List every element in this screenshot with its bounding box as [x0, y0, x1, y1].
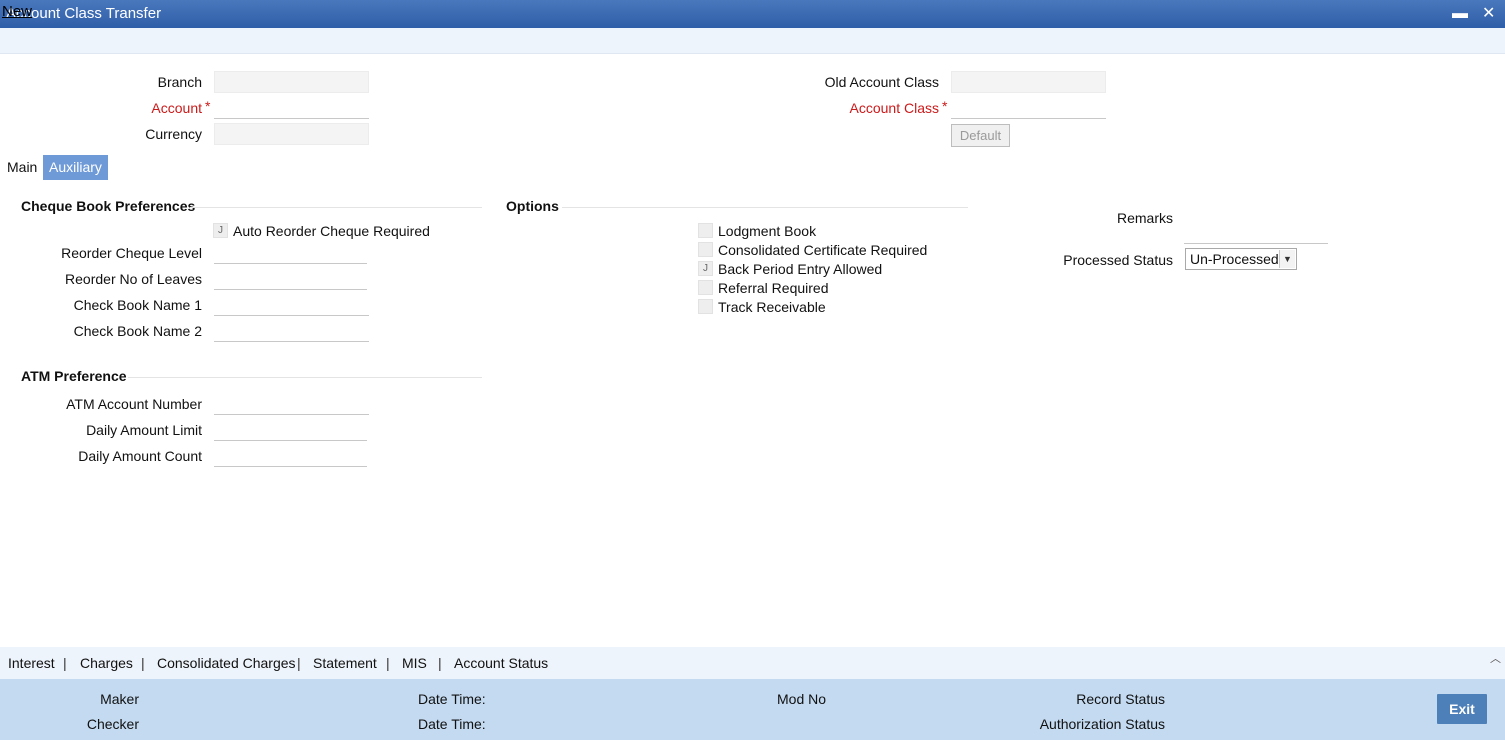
cheque-book-section-title: Cheque Book Preferences — [21, 198, 196, 214]
auto-reorder-checkbox[interactable]: J — [213, 223, 228, 238]
reorder-leaves-field[interactable] — [214, 268, 367, 290]
back-period-entry-checkbox[interactable]: J — [698, 261, 713, 276]
atm-divider — [128, 377, 482, 378]
chevron-up-icon[interactable]: ︿ — [1490, 650, 1501, 666]
nav-separator: | — [386, 655, 390, 671]
referral-required-checkbox[interactable] — [698, 280, 713, 295]
track-receivable-checkbox[interactable] — [698, 299, 713, 314]
daily-amount-count-label: Daily Amount Count — [78, 448, 202, 464]
close-icon[interactable]: ✕ — [1482, 4, 1495, 24]
daily-amount-limit-field[interactable] — [214, 419, 367, 441]
check-book-name1-label: Check Book Name 1 — [73, 297, 202, 313]
referral-required-label: Referral Required — [718, 280, 829, 296]
processed-status-select[interactable]: Un-Processed ▼ — [1185, 248, 1297, 270]
lodgment-book-label: Lodgment Book — [718, 223, 817, 239]
nav-separator: | — [141, 655, 145, 671]
window-title-bar: Account Class Transfer — [0, 0, 1505, 28]
old-account-class-field[interactable] — [951, 71, 1106, 93]
nav-statement[interactable]: Statement — [313, 655, 377, 671]
check-book-name1-field[interactable] — [214, 294, 369, 316]
nav-separator: | — [438, 655, 442, 671]
new-menu-link[interactable]: New — [2, 3, 32, 20]
account-field[interactable] — [214, 97, 369, 119]
consolidated-certificate-label: Consolidated Certificate Required — [718, 242, 928, 258]
checker-date-time-label: Date Time: — [418, 716, 486, 732]
processed-status-value: Un-Processed — [1190, 251, 1279, 267]
check-icon: J — [703, 263, 708, 274]
auto-reorder-label: Auto Reorder Cheque Required — [233, 223, 430, 239]
account-class-field[interactable] — [951, 97, 1106, 119]
check-book-name2-field[interactable] — [214, 320, 369, 342]
check-icon: J — [218, 225, 223, 236]
nav-consolidated-charges[interactable]: Consolidated Charges — [157, 655, 296, 671]
record-status-label: Record Status — [1076, 691, 1165, 707]
maker-date-time-label: Date Time: — [418, 691, 486, 707]
branch-field[interactable] — [214, 71, 369, 93]
chevron-down-icon: ▼ — [1279, 250, 1295, 268]
atm-section-title: ATM Preference — [21, 368, 127, 384]
reorder-level-field[interactable] — [214, 242, 367, 264]
mod-no-label: Mod No — [777, 691, 827, 707]
minimize-icon[interactable]: ▬ — [1452, 4, 1468, 24]
tab-auxiliary[interactable]: Auxiliary — [43, 155, 108, 180]
authorization-status-label: Authorization Status — [1039, 716, 1165, 732]
lodgment-book-checkbox[interactable] — [698, 223, 713, 238]
daily-amount-limit-label: Daily Amount Limit — [86, 422, 202, 438]
consolidated-certificate-checkbox[interactable] — [698, 242, 713, 257]
back-period-entry-label: Back Period Entry Allowed — [718, 261, 883, 277]
check-book-name2-label: Check Book Name 2 — [73, 323, 202, 339]
menu-bar — [0, 28, 1505, 54]
reorder-level-label: Reorder Cheque Level — [61, 245, 202, 261]
remarks-field[interactable] — [1184, 222, 1328, 244]
remarks-label: Remarks — [1116, 210, 1173, 226]
nav-separator: | — [63, 655, 67, 671]
nav-charges[interactable]: Charges — [80, 655, 133, 671]
maker-label: Maker — [100, 691, 139, 707]
processed-status-label: Processed Status — [1063, 252, 1173, 268]
options-divider — [562, 207, 968, 208]
nav-separator: | — [297, 655, 301, 671]
tab-main[interactable]: Main — [1, 155, 43, 180]
currency-label: Currency — [145, 126, 202, 142]
atm-account-number-label: ATM Account Number — [66, 396, 202, 412]
exit-button[interactable]: Exit — [1437, 694, 1487, 724]
currency-field[interactable] — [214, 123, 369, 145]
nav-mis[interactable]: MIS — [402, 655, 427, 671]
nav-account-status[interactable]: Account Status — [454, 655, 548, 671]
account-required-mark: * — [205, 98, 211, 114]
account-label: Account — [151, 100, 202, 116]
nav-interest[interactable]: Interest — [8, 655, 55, 671]
daily-amount-count-field[interactable] — [214, 445, 367, 467]
audit-footer — [0, 679, 1505, 740]
old-account-class-label: Old Account Class — [824, 74, 939, 90]
reorder-leaves-label: Reorder No of Leaves — [65, 271, 202, 287]
account-class-label: Account Class — [849, 100, 939, 116]
track-receivable-label: Track Receivable — [718, 299, 826, 315]
cheque-book-divider — [190, 207, 482, 208]
branch-label: Branch — [157, 74, 202, 90]
account-class-required-mark: * — [942, 98, 948, 114]
checker-label: Checker — [86, 716, 139, 732]
options-section-title: Options — [506, 198, 559, 214]
default-button[interactable]: Default — [951, 124, 1010, 147]
atm-account-number-field[interactable] — [214, 393, 369, 415]
